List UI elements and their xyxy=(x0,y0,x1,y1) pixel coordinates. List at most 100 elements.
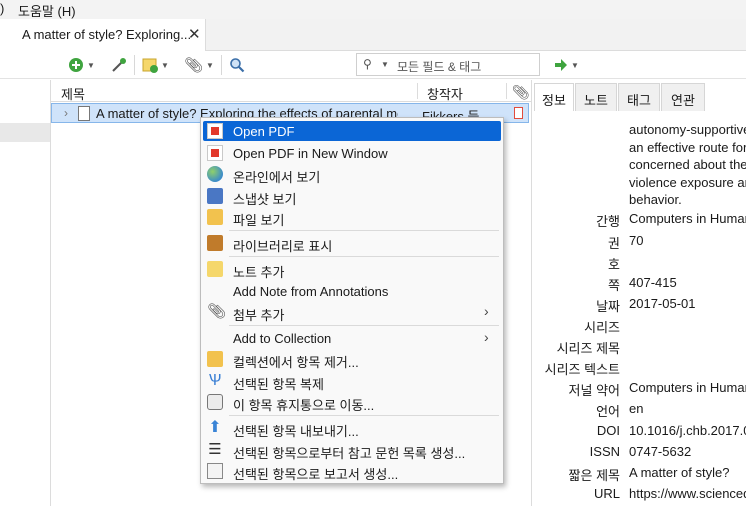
field-value[interactable]: en xyxy=(629,401,643,416)
tab-tags[interactable]: 태그 xyxy=(618,83,660,111)
pdf-icon[interactable] xyxy=(514,107,523,119)
tab-item[interactable]: A matter of style? Exploring... ✕ xyxy=(0,19,206,51)
field-value[interactable]: Computers in Human xyxy=(629,211,746,226)
field-value[interactable]: 70 xyxy=(629,233,643,248)
magic-wand-icon xyxy=(112,58,126,72)
field-label: 시리즈 제목 xyxy=(556,341,620,356)
info-tabs: 정보 노트 태그 연관 xyxy=(532,80,746,112)
field-label: 호 xyxy=(608,257,620,272)
abstract-line: behavior. xyxy=(629,192,682,207)
new-item-button[interactable]: ▼ xyxy=(68,56,95,74)
pdf-icon xyxy=(207,145,223,161)
chevron-right-icon: › xyxy=(484,303,489,319)
duplicate-icon: Ѱ xyxy=(208,372,222,389)
column-title[interactable]: 제목 xyxy=(61,84,85,103)
menu-divider xyxy=(229,325,499,326)
remove-folder-icon xyxy=(207,351,223,367)
field-value[interactable]: https://www.scienced xyxy=(629,486,746,501)
tab-title: A matter of style? Exploring... xyxy=(22,27,192,42)
tab-bar: A matter of style? Exploring... ✕ xyxy=(0,19,746,51)
pdf-icon xyxy=(207,123,223,139)
chevron-down-icon: ▼ xyxy=(206,60,214,70)
note-icon xyxy=(142,58,158,73)
menu-item-label: Open PDF xyxy=(233,124,295,139)
menu-item-remove-from-collection[interactable]: 컬렉션에서 항목 제거... xyxy=(203,349,501,370)
chevron-down-icon: ▼ xyxy=(87,60,95,70)
menu-item-duplicate[interactable]: Ѱ 선택된 항목 복제 xyxy=(203,371,501,393)
field-value[interactable]: Computers in Human xyxy=(629,380,746,395)
globe-icon xyxy=(207,166,223,182)
menu-item-label: 노트 추가 xyxy=(233,265,285,280)
tab-notes[interactable]: 노트 xyxy=(575,83,617,111)
search-mode-chevron-icon[interactable]: ▼ xyxy=(381,60,389,69)
chevron-right-icon[interactable]: › xyxy=(64,106,68,120)
field-label: 날짜 xyxy=(596,299,620,314)
toolbar-divider xyxy=(221,55,222,75)
menu-item-label: Open PDF in New Window xyxy=(233,146,388,161)
menu-item-export[interactable]: ⬆ 선택된 항목 내보내기... xyxy=(203,418,501,440)
menu-item-move-to-trash[interactable]: 이 항목 휴지통으로 이동... xyxy=(203,392,501,413)
search-input[interactable]: ⚲ ▼ 모든 필드 & 태그 xyxy=(356,53,540,76)
abstract-line: autonomy-supportive xyxy=(629,122,746,137)
export-icon: ⬆ xyxy=(208,419,222,436)
menu-item-show-in-library[interactable]: 라이브러리로 표시 xyxy=(203,233,501,254)
menu-item-label: 컬렉션에서 항목 제거... xyxy=(233,355,359,370)
menu-item-add-attachment[interactable]: 📎︎ 첨부 추가 › xyxy=(203,302,501,323)
field-label: 언어 xyxy=(596,404,620,419)
column-creator[interactable]: 창작자 xyxy=(427,84,463,103)
menu-item-generate-report[interactable]: 선택된 항목으로 보고서 생성... xyxy=(203,461,501,482)
snapshot-icon xyxy=(207,188,223,204)
field-value[interactable]: A matter of style? xyxy=(629,465,729,480)
field-label: 짧은 제목 xyxy=(568,468,620,483)
menu-item-label: 라이브러리로 표시 xyxy=(233,239,333,254)
menu-help[interactable]: 도움말 (H) xyxy=(18,1,76,20)
field-label: ISSN xyxy=(589,444,620,459)
new-note-button[interactable]: ▼ xyxy=(142,56,169,74)
menu-item-label: 선택된 항목 복제 xyxy=(233,377,324,392)
chevron-down-icon: ▼ xyxy=(161,60,169,70)
attachment-column-icon[interactable]: 📎︎ xyxy=(512,84,530,101)
magnifier-icon xyxy=(230,58,245,73)
add-attachment-button[interactable]: 📎︎ ▼ xyxy=(184,56,214,74)
context-menu: Open PDF Open PDF in New Window 온라인에서 보기… xyxy=(200,117,504,484)
menu-item-create-bibliography[interactable]: ☰ 선택된 항목으로부터 참고 문헌 목록 생성... xyxy=(203,440,501,462)
field-value[interactable]: 407-415 xyxy=(629,275,677,290)
locate-button[interactable] xyxy=(229,56,245,74)
column-divider xyxy=(506,83,507,99)
column-divider xyxy=(417,83,418,99)
chevron-right-icon: › xyxy=(484,329,489,345)
field-value[interactable]: 10.1016/j.chb.2017.01 xyxy=(629,423,746,438)
field-label: 권 xyxy=(608,236,620,251)
field-value[interactable]: 0747-5632 xyxy=(629,444,691,459)
selected-collection-row[interactable] xyxy=(0,123,50,142)
menu-item-view-snapshot[interactable]: 스냅샷 보기 xyxy=(203,186,501,207)
menu-item-open-pdf[interactable]: Open PDF xyxy=(203,121,501,141)
menu-item-show-file[interactable]: 파일 보기 xyxy=(203,207,501,228)
bibliography-icon: ☰ xyxy=(208,441,222,458)
menu-item-add-to-collection[interactable]: Add to Collection › xyxy=(203,328,501,348)
tab-info[interactable]: 정보 xyxy=(534,83,574,111)
folder-icon xyxy=(207,209,223,225)
menu-item-open-pdf-new-window[interactable]: Open PDF in New Window xyxy=(203,143,501,163)
menu-item-label: 이 항목 휴지통으로 이동... xyxy=(233,398,375,413)
forward-button[interactable]: ▼ xyxy=(554,56,579,74)
trash-icon xyxy=(207,394,223,410)
plus-circle-icon xyxy=(69,58,83,72)
search-icon: ⚲ xyxy=(363,57,372,71)
menu-divider xyxy=(229,256,499,257)
field-label: 간행 xyxy=(596,214,620,229)
close-icon[interactable]: ✕ xyxy=(188,25,201,43)
menu-item-label: Add to Collection xyxy=(233,331,332,346)
add-by-identifier-button[interactable] xyxy=(110,56,128,74)
toolbar: ▼ ▼ 📎︎ ▼ ⚲ ▼ 모든 필드 & 태그 ▼ xyxy=(0,51,746,79)
toolbar-divider xyxy=(134,55,135,75)
abstract-line: an effective route for xyxy=(629,140,746,155)
field-label: URL xyxy=(593,486,620,501)
tab-related[interactable]: 연관 xyxy=(661,83,705,111)
menu-item-view-online[interactable]: 온라인에서 보기 xyxy=(203,164,501,185)
menu-item-label: Add Note from Annotations xyxy=(233,284,389,299)
menu-item-add-note[interactable]: 노트 추가 xyxy=(203,259,501,280)
item-info-pane: 정보 노트 태그 연관 autonomy-supportive an effec… xyxy=(531,80,746,506)
field-value[interactable]: 2017-05-01 xyxy=(629,296,696,311)
menu-item-add-note-from-annotations[interactable]: Add Note from Annotations xyxy=(203,281,501,301)
